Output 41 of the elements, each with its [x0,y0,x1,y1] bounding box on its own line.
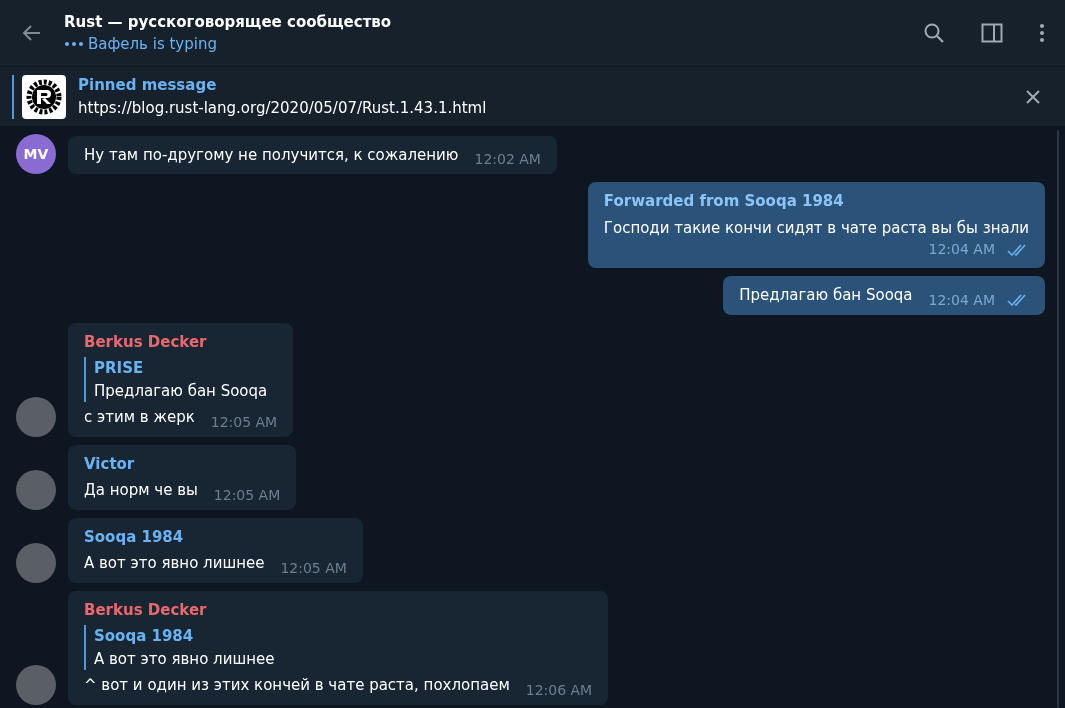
search-icon[interactable] [923,22,945,44]
typing-status: Вафель is typing [88,34,217,55]
message-text: ^ вот и один из этих кончей в чате раста, похлопаем [84,675,510,696]
message-time: 12:04 AM [928,290,995,310]
sender-name[interactable]: Berkus Decker [84,330,278,353]
rust-logo-icon [22,74,66,119]
reply-text: А вот это явно лишнее [94,648,276,670]
message-text: Да норм че вы [84,480,198,501]
avatar-photo-placeholder[interactable] [16,469,56,510]
pinned-bar[interactable]: Pinned message https://blog.rust-lang.org/2020/05/07/Rust.1.43.1.html [0,66,1065,126]
avatar[interactable]: MV [16,134,56,174]
sender-name[interactable]: Victor [84,452,281,475]
pinned-text: https://blog.rust-lang.org/2020/05/07/Rust.1.43.1.html [78,97,488,119]
message-text: с этим в жерк [84,407,195,428]
avatar-photo-placeholder[interactable] [16,542,56,583]
message-text: А вот это явно лишнее [84,553,265,574]
message-time: 12:04 AM [928,240,995,259]
message-time: 12:02 AM [474,150,541,169]
reply-quote[interactable]: Sooqa 1984 А вот это явно лишнее [84,625,593,670]
message-time: 12:05 AM [280,558,347,578]
sidebar-toggle-icon[interactable] [981,23,1003,43]
message-text: Предлагаю бан Sooqa [739,285,913,306]
sender-name[interactable]: Sooqa 1984 [84,525,347,548]
message-time: 12:06 AM [525,680,593,700]
chat-title: Rust — русскоговорящее сообщество [64,11,393,33]
reply-name: Sooqa 1984 [94,626,195,647]
reply-text: Предлагаю бан Sooqa [94,380,269,402]
message-time: 12:05 AM [210,412,278,432]
reply-name: PRISE [94,358,145,379]
message-time: 12:05 AM [213,485,281,505]
avatar-photo-placeholder[interactable] [16,396,56,437]
message-text: Господи такие кончи сидят в чате раста вы бы знали [603,217,1029,239]
scrollbar[interactable] [1057,130,1059,708]
pinned-label: Pinned message [78,75,218,96]
more-menu-icon[interactable] [1039,23,1045,43]
close-icon[interactable] [1025,88,1041,105]
forwarded-label[interactable]: Forwarded from Sooqa 1984 [603,190,1029,213]
sender-name[interactable]: Berkus Decker [84,598,593,621]
typing-dots-icon [64,41,84,48]
avatar-photo-placeholder[interactable] [16,664,56,705]
message-text: Ну там по-другому не получится, к сожалению [84,144,459,166]
